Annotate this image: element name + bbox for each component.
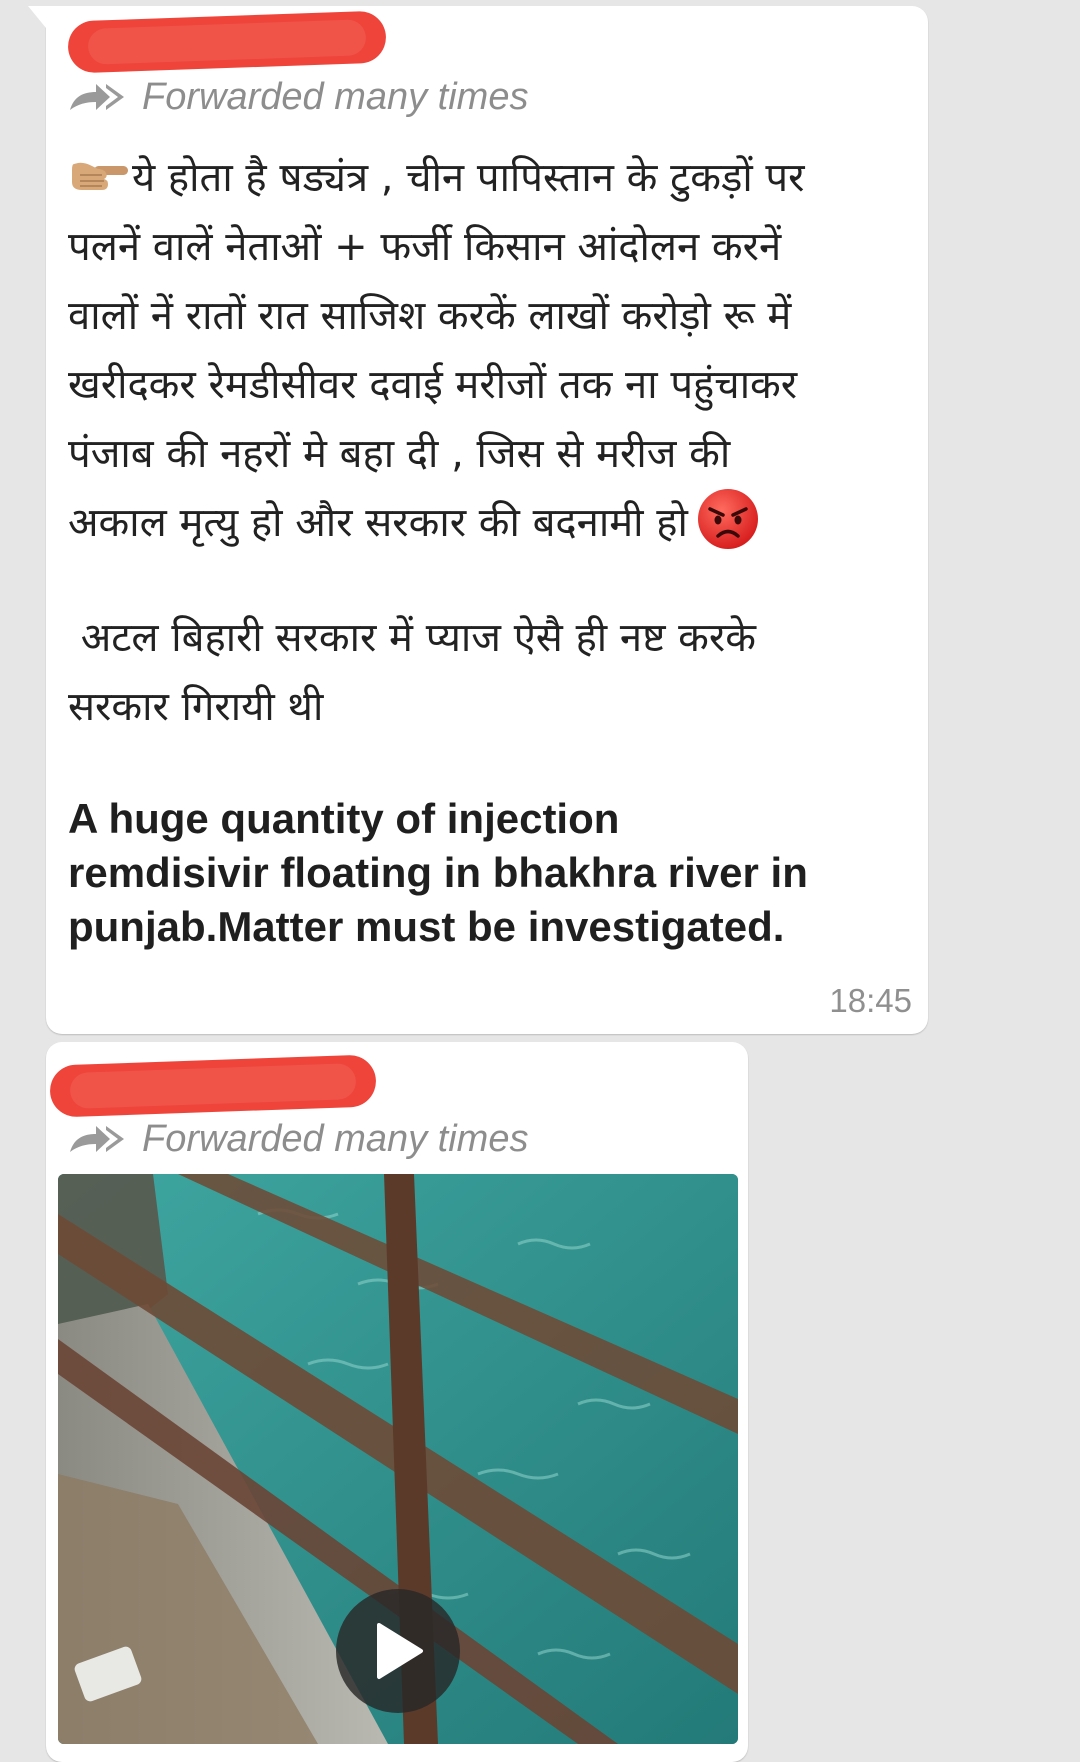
message-timestamp: 18:45: [829, 982, 912, 1019]
forwarded-icon: [70, 1125, 124, 1152]
hindi-paragraph-2: अटल बिहारी सरकार में प्याज ऐसै ही नष्ट क…: [68, 604, 908, 742]
english-line: remdisivir floating in bhakhra river in: [68, 849, 808, 896]
forwarded-indicator: Forwarded many times: [68, 1118, 528, 1161]
forwarded-indicator: Forwarded many times: [68, 76, 528, 119]
angry-face-icon: [697, 489, 758, 549]
play-icon: [377, 1623, 423, 1679]
hindi-paragraph-1: ये होता है षड्यंत्र , चीन पापिस्तान के ट…: [68, 144, 908, 558]
hindi-line: ये होता है षड्यंत्र , चीन पापिस्तान के ट…: [68, 144, 908, 213]
english-line: A huge quantity of injection: [68, 795, 620, 842]
hindi-line: पलनें वालें नेताओं + फर्जी किसान आंदोलन …: [68, 224, 782, 270]
hindi-line: वालों नें रातों रात साजिश करकें लाखों कर…: [68, 293, 792, 339]
hindi-line-text: ये होता है षड्यंत्र , चीन पापिस्तान के ट…: [132, 155, 805, 201]
hindi-line-text: अकाल मृत्यु हो और सरकार की बदनामी हो: [68, 500, 688, 546]
hindi-line: खरीदकर रेमडीसीवर दवाई मरीजों तक ना पहुंच…: [68, 362, 798, 408]
video-thumbnail[interactable]: [58, 1174, 738, 1744]
message-text: ये होता है षड्यंत्र , चीन पापिस्तान के ट…: [68, 144, 908, 954]
play-button[interactable]: [336, 1589, 460, 1713]
chat-conversation: Forwarded many times ये होता है षड्यंत्र…: [0, 0, 1080, 1762]
backhand-index-pointing-right-icon: [72, 162, 128, 190]
hindi-line: अटल बिहारी सरकार में प्याज ऐसै ही नष्ट क…: [68, 615, 756, 661]
forwarded-label: Forwarded many times: [142, 1118, 529, 1160]
message-bubble[interactable]: Forwarded many times ये होता है षड्यंत्र…: [28, 6, 928, 1034]
forwarded-icon: [70, 83, 124, 110]
hindi-line: पंजाब की नहरों मे बहा दी , जिस से मरीज क…: [68, 431, 731, 477]
redacted-sender-name: [49, 1054, 377, 1118]
english-line: punjab.Matter must be investigated.: [68, 903, 785, 950]
redacted-sender-name: [67, 10, 387, 74]
forwarded-label: Forwarded many times: [142, 76, 529, 118]
hindi-line: सरकार गिरायी थी: [68, 684, 324, 730]
hindi-line: अकाल मृत्यु हो और सरकार की बदनामी हो: [68, 489, 908, 558]
message-bubble[interactable]: Forwarded many times: [46, 1042, 748, 1762]
english-paragraph: A huge quantity of injection remdisivir …: [68, 792, 908, 954]
